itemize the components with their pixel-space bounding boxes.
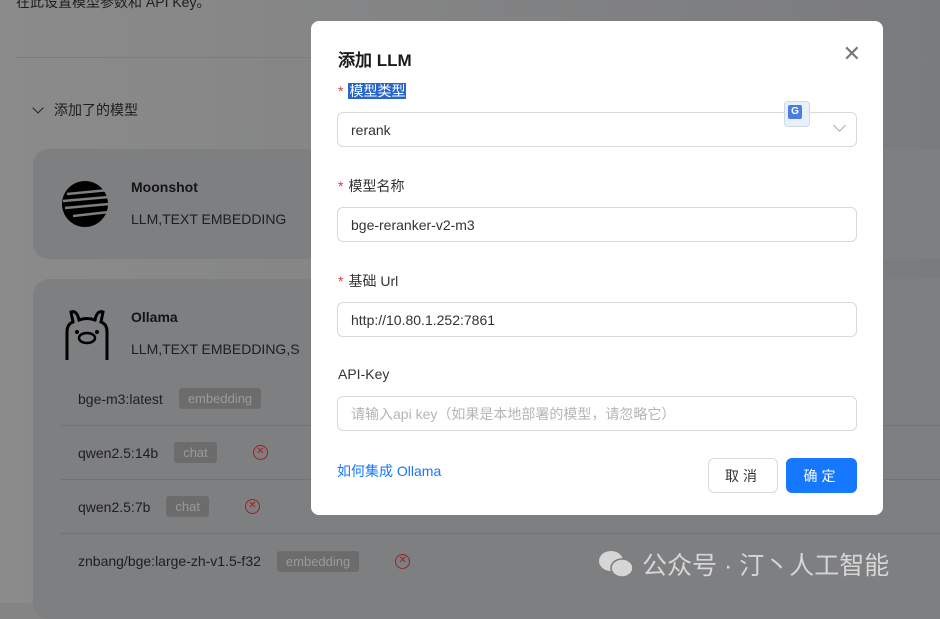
provider-name: Moonshot [131,179,198,195]
required-mark: * [338,83,344,99]
section-title: 添加了的模型 [54,102,138,118]
provider-tags: LLM,TEXT EMBEDDING,S [131,341,300,357]
label-text: 模型名称 [348,178,405,194]
intro-text: 在此设置模型参数和 API Key。 [16,0,211,10]
provider-tags: LLM,TEXT EMBEDDING [131,211,287,227]
model-name: qwen2.5:7b [78,498,151,515]
model-name-label: * 模型名称 [338,176,404,196]
model-name: bge-m3:latest [78,390,163,407]
api-key-input[interactable]: 请输入api key（如果是本地部署的模型，请忽略它） [337,396,857,431]
required-mark: * [338,178,344,194]
ollama-logo-icon [65,310,109,360]
select-value: rerank [351,121,391,138]
base-url-label: * 基础 Url [338,271,398,291]
google-translate-icon[interactable]: G [784,101,810,127]
label-text: 基础 Url [348,273,399,289]
watermark-text: 公众号 · 汀丶人工智能 [642,552,890,580]
chevron-down-icon [32,102,44,114]
confirm-button[interactable]: 确定 [786,458,857,493]
dialog-title: 添加 LLM [338,51,412,70]
model-name-input[interactable]: bge-reranker-v2-m3 [337,207,857,242]
model-name: qwen2.5:14b [78,444,159,461]
watermark: 公众号 · 汀丶人工智能 [598,546,889,582]
moonshot-logo-icon [62,181,109,227]
add-llm-dialog: 添加 LLM ✕ * 模型类型 rerank G * 模型名称 bge-rerank… [311,21,883,515]
model-type-select[interactable]: rerank [337,112,857,147]
ollama-help-link[interactable]: 如何集成 Ollama [337,461,441,481]
delete-model-icon[interactable]: ✕ [395,553,411,569]
provider-name: Ollama [131,309,178,325]
delete-model-icon[interactable]: ✕ [252,445,268,460]
chevron-down-icon [833,119,846,132]
model-type-label: * 模型类型 [338,81,407,101]
added-models-toggle[interactable]: 添加了的模型 [32,100,138,120]
model-type-tag: chat [174,442,217,463]
model-type-tag: embedding [178,388,262,409]
cancel-button[interactable]: 取消 [708,458,778,493]
base-url-input[interactable]: http://10.80.1.252:7861 [337,302,857,337]
model-name: znbang/bge:large-zh-v1.5-f32 [78,553,261,569]
wechat-icon [599,551,634,578]
close-icon[interactable]: ✕ [843,41,861,67]
api-key-label: API-Key [338,366,390,382]
required-mark: * [338,273,344,289]
label-text: 模型类型 [348,83,407,99]
placeholder: 请输入api key（如果是本地部署的模型，请忽略它） [351,405,676,422]
model-type-tag: embedding [276,550,360,572]
model-type-tag: chat [166,496,209,517]
delete-model-icon[interactable]: ✕ [244,499,260,514]
